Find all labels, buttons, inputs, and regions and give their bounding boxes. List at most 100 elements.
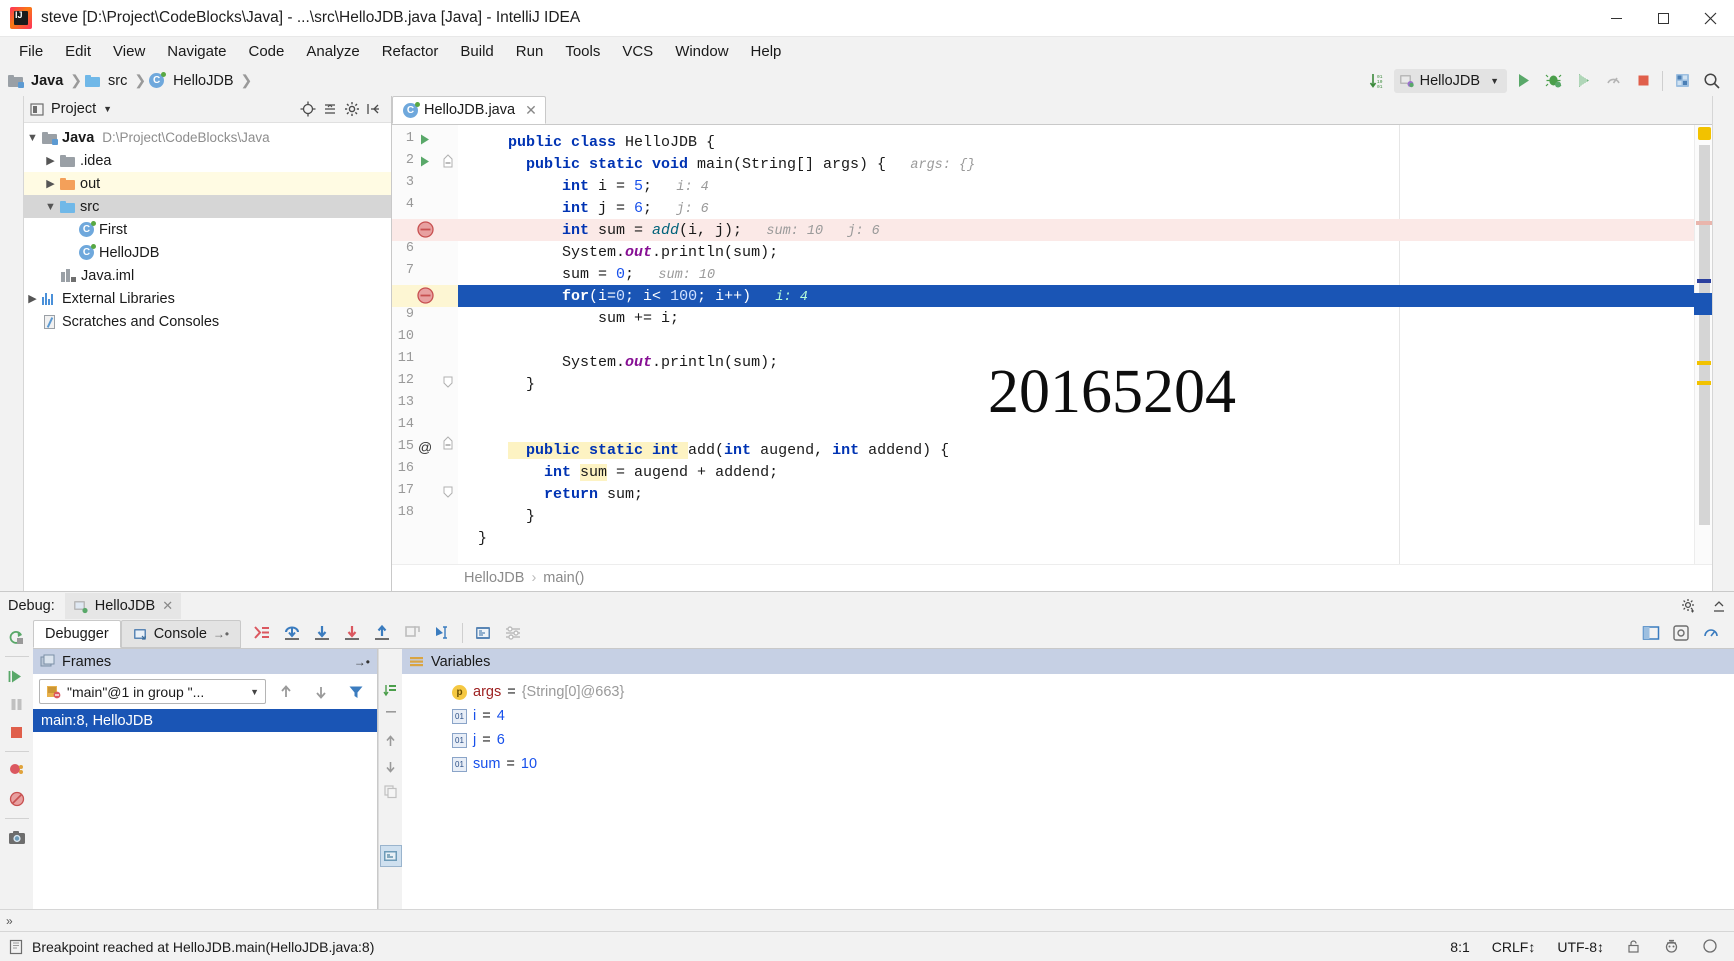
frames-list[interactable]: main:8, HelloJDB bbox=[33, 709, 377, 909]
step-out-icon[interactable] bbox=[367, 620, 397, 646]
tab-console[interactable]: Console →• bbox=[120, 620, 242, 648]
fold-collapse-icon[interactable] bbox=[442, 153, 454, 173]
frame-down-icon[interactable] bbox=[306, 679, 336, 705]
editor-gutter[interactable]: 1 2 3 4 5 6 7 8 9 10 11 12 13 14 15 16 1 bbox=[392, 125, 458, 564]
tree-item-java[interactable]: ▼ Java D:\Project\CodeBlocks\Java bbox=[24, 126, 391, 149]
breakpoint-icon-line5[interactable] bbox=[417, 221, 434, 238]
move-up-icon[interactable] bbox=[381, 730, 401, 752]
menu-run[interactable]: Run bbox=[505, 40, 555, 63]
drop-frame-icon[interactable] bbox=[397, 620, 427, 646]
build-project-icon[interactable] bbox=[1668, 68, 1696, 94]
stop-icon[interactable] bbox=[2, 719, 32, 745]
menu-edit[interactable]: Edit bbox=[54, 40, 102, 63]
debug-session-tab[interactable]: HelloJDB ✕ bbox=[64, 593, 182, 619]
rerun-icon[interactable] bbox=[2, 624, 32, 650]
fold-collapse-icon-2[interactable] bbox=[442, 435, 454, 455]
breadcrumb-method[interactable]: main() bbox=[543, 570, 584, 586]
inspection-icon[interactable] bbox=[1656, 936, 1687, 957]
breakpoint-icon-line8[interactable] bbox=[417, 287, 434, 304]
show-execution-point-icon[interactable] bbox=[247, 620, 277, 646]
inspection-status-marker[interactable] bbox=[1698, 127, 1711, 140]
chevron-down-icon[interactable]: ▼ bbox=[250, 687, 259, 697]
camera-icon[interactable] bbox=[2, 825, 32, 851]
move-down-icon[interactable] bbox=[381, 755, 401, 777]
coverage-button[interactable] bbox=[1569, 68, 1597, 94]
chevron-down-icon[interactable]: ▼ bbox=[24, 132, 41, 144]
fold-end-icon-2[interactable] bbox=[442, 483, 454, 499]
chevron-down-icon[interactable]: ▼ bbox=[103, 104, 112, 114]
evaluate-expression-icon[interactable] bbox=[468, 620, 498, 646]
menu-build[interactable]: Build bbox=[449, 40, 504, 63]
view-breakpoints-icon[interactable] bbox=[2, 758, 32, 784]
breadcrumb-item-java[interactable]: Java bbox=[27, 73, 67, 89]
tree-item-scratches[interactable]: Scratches and Consoles bbox=[24, 310, 391, 333]
menu-analyze[interactable]: Analyze bbox=[295, 40, 370, 63]
breadcrumb-item-src[interactable]: src bbox=[104, 73, 131, 89]
breadcrumb-item-hellojdb[interactable]: HelloJDB bbox=[169, 73, 237, 89]
tree-item-first[interactable]: C First bbox=[24, 218, 391, 241]
run-to-cursor-icon[interactable] bbox=[427, 620, 457, 646]
collapse-all-icon[interactable] bbox=[319, 98, 341, 120]
locate-icon[interactable] bbox=[297, 98, 319, 120]
debug-settings-gear-icon[interactable] bbox=[1674, 593, 1704, 619]
variable-row-j[interactable]: 01 j = 6 bbox=[402, 728, 1734, 752]
breakpoint-stripe-marker[interactable] bbox=[1697, 279, 1711, 283]
chevron-right-icon[interactable]: ▶ bbox=[42, 177, 59, 190]
minimize-button[interactable] bbox=[1593, 0, 1640, 37]
step-into-icon[interactable] bbox=[307, 620, 337, 646]
close-button[interactable] bbox=[1687, 0, 1734, 37]
search-icon[interactable] bbox=[1695, 936, 1726, 957]
warning-stripe-marker-1[interactable] bbox=[1697, 361, 1711, 365]
menu-code[interactable]: Code bbox=[237, 40, 295, 63]
menu-navigate[interactable]: Navigate bbox=[156, 40, 237, 63]
filter-frames-icon[interactable] bbox=[341, 679, 371, 705]
maximize-button[interactable] bbox=[1640, 0, 1687, 37]
line-separator[interactable]: CRLF↕ bbox=[1485, 937, 1543, 957]
file-encoding[interactable]: UTF-8↕ bbox=[1550, 937, 1611, 957]
breadcrumb-class[interactable]: HelloJDB bbox=[464, 570, 524, 586]
tab-debugger[interactable]: Debugger bbox=[33, 620, 121, 648]
variable-row-args[interactable]: p args = {String[0]@663} bbox=[402, 680, 1734, 704]
tree-item-hellojdb[interactable]: C HelloJDB bbox=[24, 241, 391, 264]
pause-program-icon[interactable] bbox=[2, 691, 32, 717]
search-everywhere-icon[interactable] bbox=[1698, 68, 1726, 94]
menu-help[interactable]: Help bbox=[740, 40, 793, 63]
chevron-right-icon[interactable]: ▶ bbox=[42, 154, 59, 167]
code-content[interactable]: public class HelloJDB { public static vo… bbox=[458, 125, 1694, 564]
expand-rail-icon[interactable]: » bbox=[6, 914, 13, 928]
run-button[interactable] bbox=[1509, 68, 1537, 94]
tree-item-java-iml[interactable]: Java.iml bbox=[24, 264, 391, 287]
add-watch-icon[interactable] bbox=[381, 680, 401, 700]
caret-position[interactable]: 8:1 bbox=[1443, 937, 1476, 957]
editor-scrollbar[interactable] bbox=[1694, 125, 1712, 564]
close-icon[interactable]: ✕ bbox=[525, 102, 537, 119]
menu-file[interactable]: File bbox=[8, 40, 54, 63]
frame-row[interactable]: main:8, HelloJDB bbox=[33, 709, 377, 732]
step-over-icon[interactable] bbox=[277, 620, 307, 646]
copy-icon[interactable] bbox=[381, 780, 401, 802]
warning-stripe-marker-2[interactable] bbox=[1697, 381, 1711, 385]
error-stripe-marker[interactable] bbox=[1696, 221, 1712, 225]
run-method-gutter-icon[interactable] bbox=[418, 155, 431, 168]
tree-item-external-libraries[interactable]: ▶ External Libraries bbox=[24, 287, 391, 310]
stop-button[interactable] bbox=[1629, 68, 1657, 94]
tree-item-idea[interactable]: ▶ .idea bbox=[24, 149, 391, 172]
variables-list[interactable]: p args = {String[0]@663} 01 i = 4 01 j =… bbox=[402, 674, 1734, 909]
fold-end-icon[interactable] bbox=[442, 373, 454, 389]
remove-watch-icon[interactable] bbox=[381, 703, 401, 721]
tree-item-out[interactable]: ▶ out bbox=[24, 172, 391, 195]
menu-tools[interactable]: Tools bbox=[554, 40, 611, 63]
resume-program-icon[interactable] bbox=[2, 663, 32, 689]
hide-panel-icon[interactable] bbox=[363, 98, 385, 120]
close-icon[interactable]: ✕ bbox=[162, 598, 173, 614]
menu-window[interactable]: Window bbox=[664, 40, 739, 63]
thread-selector[interactable]: "main"@1 in group "... ▼ bbox=[39, 679, 266, 704]
mute-breakpoints-icon[interactable] bbox=[2, 786, 32, 812]
profiler-button[interactable] bbox=[1599, 68, 1627, 94]
lock-icon[interactable] bbox=[1619, 937, 1648, 956]
settings-icon[interactable] bbox=[498, 620, 528, 646]
frames-settings-icon[interactable]: →• bbox=[354, 655, 370, 669]
chevron-right-icon[interactable]: ▶ bbox=[24, 292, 41, 305]
tree-item-src[interactable]: ▼ src bbox=[24, 195, 391, 218]
debug-settings-icon[interactable] bbox=[1666, 620, 1696, 646]
